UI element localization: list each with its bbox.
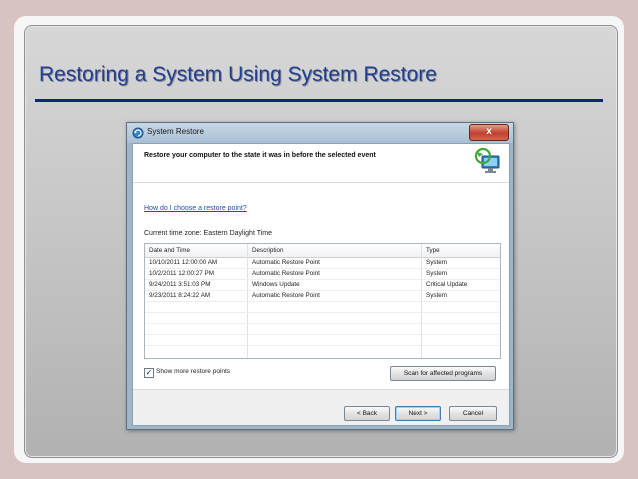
restore-point-grid[interactable]: Date and Time Description Type 10/10/201…	[144, 243, 501, 359]
row-description: Automatic Restore Point	[252, 259, 320, 266]
window-titlebar[interactable]: System Restore x	[127, 123, 513, 143]
row-divider	[145, 323, 500, 324]
row-date: 9/23/2011 8:24:22 AM	[149, 292, 211, 299]
row-date: 10/10/2011 12:00:00 AM	[149, 259, 218, 266]
row-type: Critical Update	[426, 281, 468, 288]
window-body: Restore your computer to the state it wa…	[132, 143, 510, 426]
window-title: System Restore	[147, 127, 204, 136]
system-restore-art-icon	[474, 147, 500, 173]
row-date: 9/24/2011 3:51:03 PM	[149, 281, 211, 288]
row-description: Automatic Restore Point	[252, 292, 320, 299]
column-date[interactable]: Date and Time	[149, 247, 190, 254]
timezone-label: Current time zone: Eastern Daylight Time	[144, 230, 272, 237]
row-type: System	[426, 259, 447, 266]
row-description: Automatic Restore Point	[252, 270, 320, 277]
row-divider	[145, 279, 500, 280]
row-divider	[145, 301, 500, 302]
row-divider	[145, 345, 500, 346]
system-restore-icon	[132, 127, 144, 139]
row-date: 10/2/2011 12:00:27 PM	[149, 270, 215, 277]
column-description[interactable]: Description	[252, 247, 284, 254]
header-instruction: Restore your computer to the state it wa…	[144, 152, 376, 159]
close-button[interactable]: x	[469, 124, 509, 141]
row-divider	[145, 334, 500, 335]
row-description: Windows Update	[252, 281, 300, 288]
slide: Restoring a System Using System Restore …	[24, 25, 618, 458]
scan-affected-programs-button[interactable]: Scan for affected programs	[390, 366, 496, 381]
row-divider	[145, 268, 500, 269]
show-more-checkbox[interactable]: ✓	[144, 368, 154, 378]
column-type[interactable]: Type	[426, 247, 440, 254]
back-button[interactable]: < Back	[344, 406, 390, 421]
show-more-label[interactable]: Show more restore points	[156, 368, 230, 375]
grid-header: Date and Time Description Type	[145, 244, 500, 258]
system-restore-window: System Restore x Restore your computer t…	[126, 122, 514, 430]
help-link[interactable]: How do I choose a restore point?	[144, 205, 247, 212]
cancel-button[interactable]: Cancel	[449, 406, 497, 421]
close-icon: x	[486, 126, 492, 137]
row-type: System	[426, 270, 447, 277]
row-type: System	[426, 292, 447, 299]
next-button[interactable]: Next >	[395, 406, 441, 421]
title-underline	[35, 99, 603, 102]
slide-title: Restoring a System Using System Restore	[39, 63, 437, 86]
window-header: Restore your computer to the state it wa…	[133, 144, 509, 183]
row-divider	[145, 312, 500, 313]
row-divider	[145, 290, 500, 291]
